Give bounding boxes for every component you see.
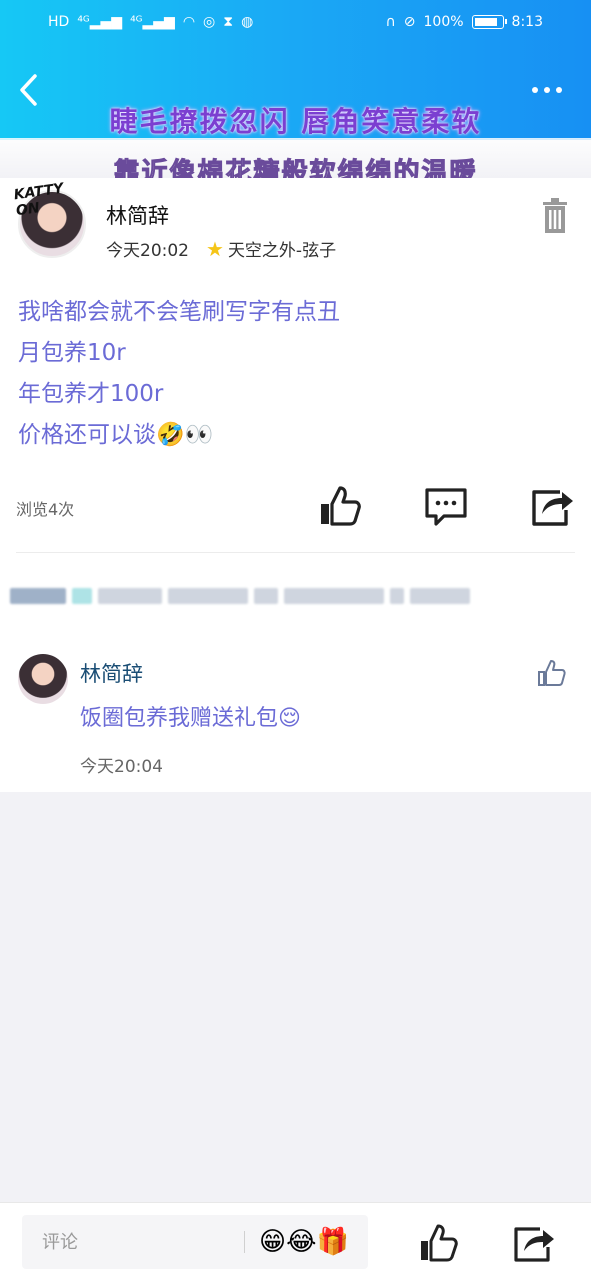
blurred-block <box>390 588 404 604</box>
post-time: 今天20:02 <box>106 241 189 261</box>
post-line: 价格还可以谈🤣👀 <box>18 422 214 448</box>
share-button[interactable] <box>530 484 574 528</box>
hourglass-icon: ⧗ <box>223 14 234 30</box>
comment-input[interactable] <box>22 1215 242 1269</box>
blurred-content <box>10 578 550 614</box>
blurred-block <box>168 588 248 604</box>
comment-button[interactable] <box>424 484 468 528</box>
status-time: 8:13 <box>511 14 543 30</box>
4g-signal-icon: ⁴ᴳ▂▄▆ <box>130 14 175 30</box>
header: HD ⁴ᴳ▂▄▆ ⁴ᴳ▂▄▆ ◠ ◎ ⧗ ◍ ∩ ⊘ 100% 8:13 睫毛撩… <box>0 0 591 140</box>
share-button[interactable] <box>512 1223 556 1263</box>
hd-icon: HD <box>48 14 70 30</box>
post-body: 我啥都会就不会笔刷写字有点丑 月包养10r 年包养才100r 价格还可以谈🤣👀 <box>18 292 573 456</box>
blurred-block <box>72 588 92 604</box>
blurred-block <box>98 588 162 604</box>
like-button[interactable] <box>418 1223 458 1263</box>
more-dot-icon <box>544 87 550 93</box>
post-card: KATTY ON 林简辞 今天20:02 ★ 天空之外-弦子 我啥都会就不会笔刷… <box>0 178 591 792</box>
commenter-name[interactable]: 林简辞 <box>80 658 143 688</box>
view-count: 浏览4次 <box>16 500 75 519</box>
comment-like-button[interactable] <box>537 658 567 688</box>
trash-icon[interactable] <box>541 198 569 234</box>
wifi-icon: ◠ <box>182 14 196 30</box>
blurred-block <box>254 588 278 604</box>
bottom-bar: 😁😂🎁 <box>0 1202 591 1280</box>
globe-icon: ◍ <box>241 14 254 30</box>
post-line: 我啥都会就不会笔刷写字有点丑 <box>18 299 340 325</box>
hotspot-icon: ◎ <box>203 14 216 30</box>
comment-box: 😁😂🎁 <box>22 1215 368 1269</box>
topic-label: 天空之外-弦子 <box>227 241 337 261</box>
status-right: ∩ ⊘ 100% 8:13 <box>386 14 543 30</box>
4g-signal-icon: ⁴ᴳ▂▄▆ <box>77 14 123 30</box>
post-line: 年包养才100r <box>18 381 164 407</box>
headphones-icon: ∩ <box>385 14 396 30</box>
comment-text: 饭圈包养我赠送礼包😌 <box>80 706 301 731</box>
like-button[interactable] <box>318 484 362 528</box>
battery-icon <box>471 15 507 29</box>
comment-time: 今天20:04 <box>80 757 163 777</box>
post-line: 月包养10r <box>18 340 126 366</box>
author-name[interactable]: 林简辞 <box>106 200 169 230</box>
bell-mute-icon: ⊘ <box>403 14 416 30</box>
topic-tag[interactable]: ★ 天空之外-弦子 <box>206 236 337 262</box>
status-bar: HD ⁴ᴳ▂▄▆ ⁴ᴳ▂▄▆ ◠ ◎ ⧗ ◍ ∩ ⊘ 100% 8:13 <box>0 0 591 44</box>
more-dot-icon <box>532 87 538 93</box>
emoji-button[interactable]: 😁😂🎁 <box>259 1227 349 1257</box>
battery-percent: 100% <box>423 14 464 30</box>
divider <box>16 552 575 553</box>
star-icon: ★ <box>206 236 224 261</box>
decorative-caption-line1: 睫毛撩拨忽闪 唇角笑意柔软 <box>109 105 482 138</box>
separator <box>244 1231 245 1253</box>
commenter-avatar[interactable] <box>18 654 68 704</box>
more-dot-icon <box>556 87 562 93</box>
blurred-block <box>284 588 384 604</box>
blurred-block <box>410 588 470 604</box>
status-left: HD ⁴ᴳ▂▄▆ ⁴ᴳ▂▄▆ ◠ ◎ ⧗ ◍ <box>48 15 253 29</box>
blurred-block <box>10 588 66 604</box>
